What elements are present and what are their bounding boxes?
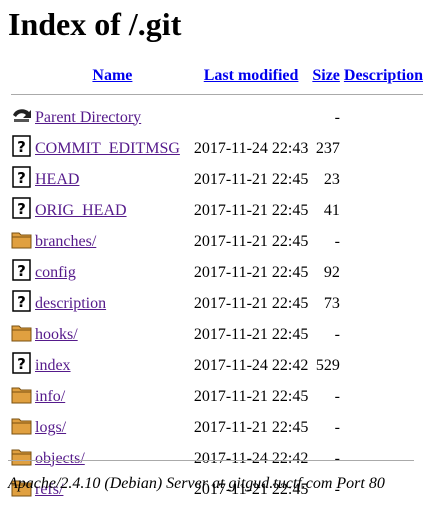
description-cell [343, 165, 424, 194]
parent-directory-row: Parent Directory - [10, 103, 424, 132]
last-modified-cell: 2017-11-21 22:45 [193, 325, 309, 343]
unknown-file-icon: ? [11, 197, 31, 219]
size-cell: 41 [323, 201, 340, 219]
file-link[interactable]: hooks/ [35, 326, 78, 343]
description-cell [343, 320, 424, 349]
file-link[interactable]: index [35, 357, 71, 374]
file-link[interactable]: objects/ [35, 450, 85, 467]
description-cell [343, 444, 424, 473]
server-signature: Apache/2.4.10 (Debian) Server at gitgud.… [8, 475, 385, 492]
description-cell [343, 258, 424, 287]
size-cell: 529 [315, 356, 340, 374]
table-header-row: Name Last modified Size Description [10, 66, 424, 86]
table-row: ? description 2017-11-21 22:45 73 [10, 289, 424, 318]
size-cell: - [334, 387, 340, 405]
unknown-file-icon: ? [11, 135, 31, 157]
file-link[interactable]: branches/ [35, 233, 96, 250]
sort-by-description-link[interactable]: Description [344, 67, 423, 84]
description-cell [343, 196, 424, 225]
file-link[interactable]: config [35, 264, 76, 281]
folder-icon [11, 445, 32, 467]
header-name: Name [34, 66, 191, 86]
header-size: Size [311, 66, 341, 86]
size-cell: - [334, 325, 340, 343]
folder-icon [11, 414, 32, 436]
header-divider [10, 88, 424, 101]
file-listing-table: Name Last modified Size Description Pare… [8, 64, 426, 506]
size-cell: - [334, 449, 340, 467]
size-cell: 92 [323, 263, 340, 281]
last-modified-cell: 2017-11-21 22:45 [193, 201, 309, 219]
folder-icon [11, 228, 32, 250]
size-cell: - [334, 232, 340, 250]
file-link[interactable]: HEAD [35, 171, 79, 188]
file-link[interactable]: COMMIT_EDITMSG [35, 140, 180, 157]
svg-text:?: ? [17, 262, 26, 280]
table-row: ? COMMIT_EDITMSG 2017-11-24 22:43 237 [10, 134, 424, 163]
size-cell: - [334, 418, 340, 436]
table-row: ? index 2017-11-24 22:42 529 [10, 351, 424, 380]
folder-icon [11, 383, 32, 405]
svg-text:?: ? [17, 169, 26, 187]
table-row: info/2017-11-21 22:45 - [10, 382, 424, 411]
back-arrow-icon [11, 104, 31, 126]
sort-by-name-link[interactable]: Name [92, 67, 132, 84]
header-description: Description [343, 66, 424, 86]
last-modified-cell: 2017-11-24 22:42 [193, 449, 309, 467]
description-cell [343, 351, 424, 380]
size-cell: 237 [315, 139, 340, 157]
file-link[interactable]: info/ [35, 388, 65, 405]
last-modified-cell: 2017-11-24 22:43 [193, 139, 309, 157]
footer-divider [8, 460, 414, 461]
description-cell [343, 134, 424, 163]
file-link[interactable]: ORIG_HEAD [35, 202, 127, 219]
unknown-file-icon: ? [11, 290, 31, 312]
svg-text:?: ? [17, 200, 26, 218]
unknown-file-icon: ? [11, 259, 31, 281]
folder-icon [11, 321, 32, 343]
parent-size: - [334, 108, 340, 126]
last-modified-cell: 2017-11-24 22:42 [193, 356, 309, 374]
header-icon-spacer [10, 66, 32, 86]
last-modified-cell: 2017-11-21 22:45 [193, 232, 309, 250]
description-cell [343, 289, 424, 318]
table-row: ? ORIG_HEAD 2017-11-21 22:45 41 [10, 196, 424, 225]
sort-by-last-modified-link[interactable]: Last modified [204, 67, 299, 84]
file-link[interactable]: description [35, 295, 106, 312]
last-modified-cell: 2017-11-21 22:45 [193, 387, 309, 405]
size-cell: 23 [323, 170, 340, 188]
table-row: ? config 2017-11-21 22:45 92 [10, 258, 424, 287]
size-cell: 73 [323, 294, 340, 312]
unknown-file-icon: ? [11, 166, 31, 188]
table-row: logs/2017-11-21 22:45 - [10, 413, 424, 442]
svg-text:?: ? [17, 293, 26, 311]
parent-directory-link[interactable]: Parent Directory [35, 109, 141, 126]
table-row: hooks/2017-11-21 22:45 - [10, 320, 424, 349]
last-modified-cell: 2017-11-21 22:45 [193, 418, 309, 436]
unknown-file-icon: ? [11, 352, 31, 374]
table-row: branches/2017-11-21 22:45 - [10, 227, 424, 256]
file-link[interactable]: logs/ [35, 419, 66, 436]
description-cell [343, 413, 424, 442]
svg-text:?: ? [17, 355, 26, 373]
table-row: objects/2017-11-24 22:42 - [10, 444, 424, 473]
description-cell [343, 382, 424, 411]
sort-by-size-link[interactable]: Size [312, 67, 340, 84]
header-last-modified: Last modified [193, 66, 310, 86]
last-modified-cell: 2017-11-21 22:45 [193, 294, 309, 312]
last-modified-cell: 2017-11-21 22:45 [193, 170, 309, 188]
page-title: Index of /.git [8, 6, 182, 42]
last-modified-cell: 2017-11-21 22:45 [193, 263, 309, 281]
description-cell [343, 227, 424, 256]
table-row: ? HEAD 2017-11-21 22:45 23 [10, 165, 424, 194]
svg-text:?: ? [17, 138, 26, 156]
